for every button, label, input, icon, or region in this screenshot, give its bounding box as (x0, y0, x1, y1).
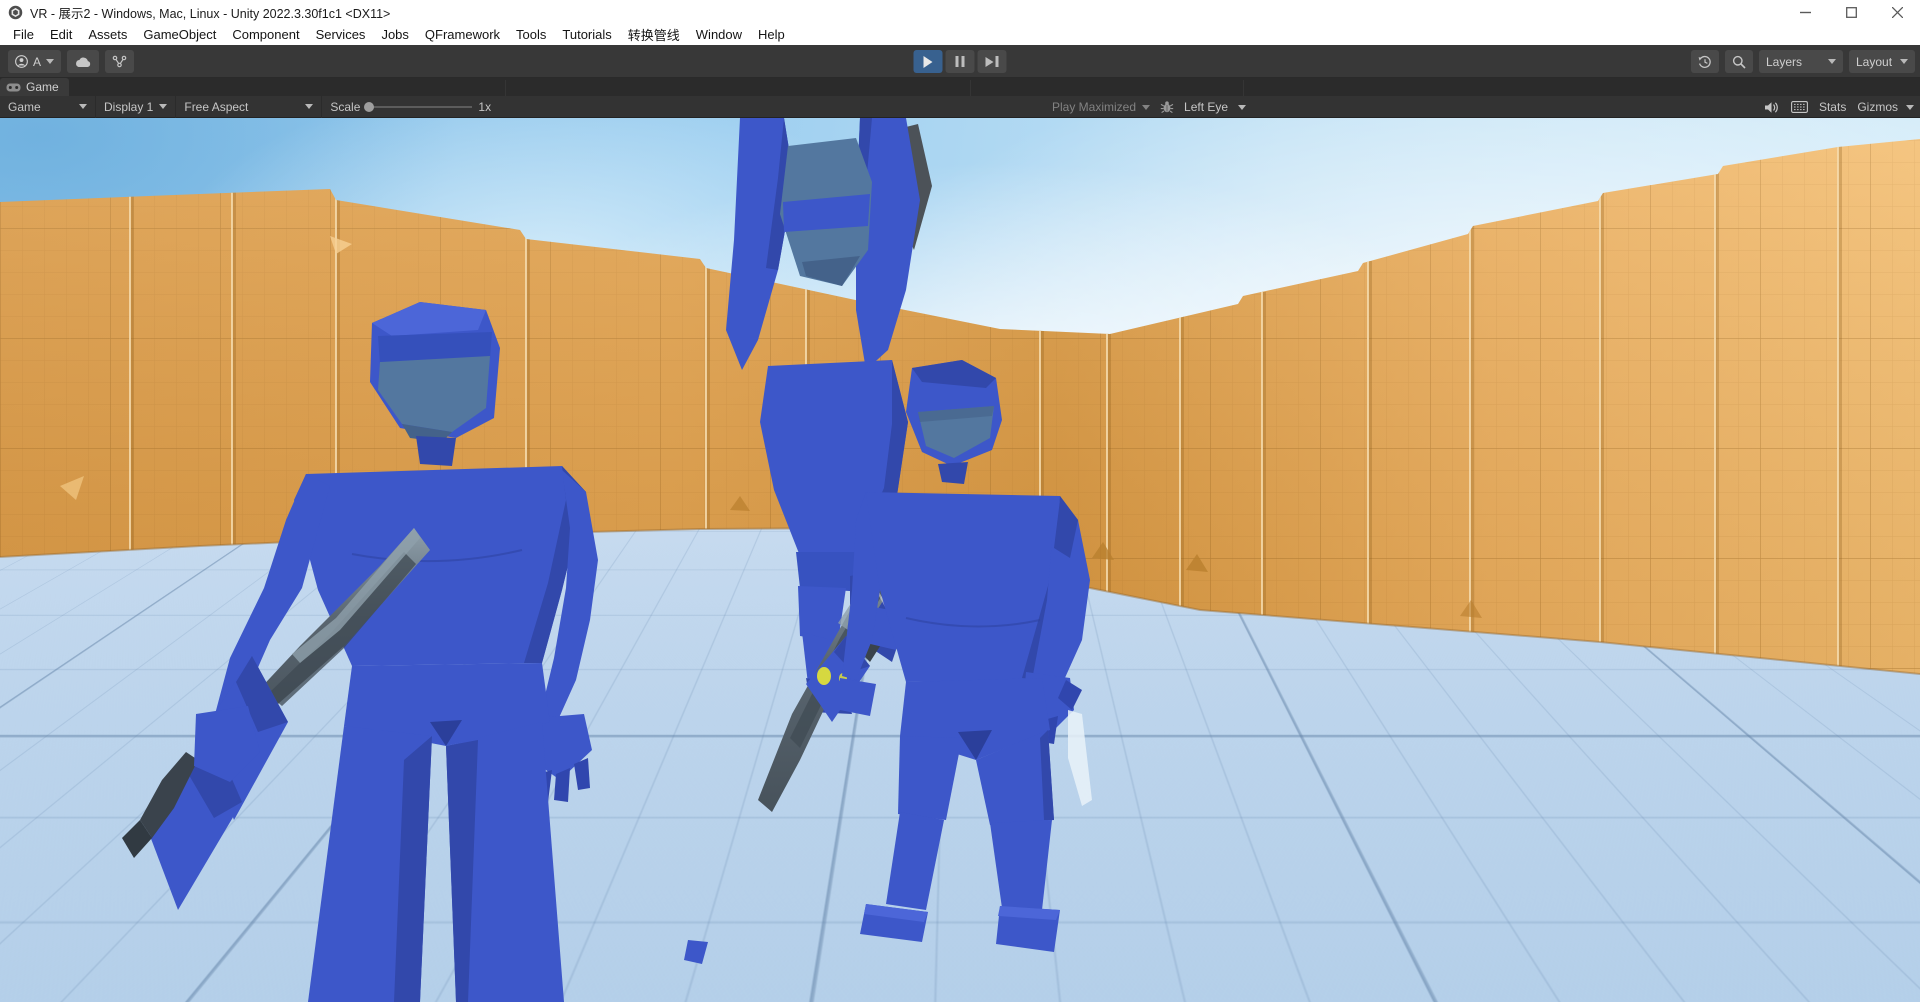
chevron-down-icon (1906, 105, 1914, 110)
scale-slider[interactable] (366, 106, 472, 108)
pause-icon (956, 56, 965, 67)
aspect-label: Free Aspect (184, 100, 248, 114)
version-control-icon (112, 55, 127, 68)
undo-history-icon (1698, 55, 1712, 69)
bug-icon[interactable] (1160, 100, 1174, 114)
chevron-down-icon (1900, 59, 1908, 64)
game-scene (0, 118, 1920, 1002)
layout-label: Layout (1856, 55, 1892, 69)
character-foot-fragment (684, 940, 708, 964)
display-label: Display 1 (104, 100, 153, 114)
layers-dropdown[interactable]: Layers (1759, 50, 1843, 73)
menu-edit[interactable]: Edit (42, 27, 80, 42)
gamepad-icon (6, 83, 21, 92)
scale-control: Scale 1x (322, 96, 499, 118)
vsync-icon[interactable] (1791, 101, 1808, 113)
minimize-button[interactable] (1782, 0, 1828, 24)
title-bar: VR - 展示2 - Windows, Mac, Linux - Unity 2… (0, 0, 1920, 24)
close-button[interactable] (1874, 0, 1920, 24)
account-dropdown[interactable]: A (8, 50, 61, 73)
unity-editor-window: VR - 展示2 - Windows, Mac, Linux - Unity 2… (0, 0, 1920, 1002)
undo-history-button[interactable] (1691, 50, 1719, 73)
play-icon (924, 56, 933, 68)
step-icon (986, 56, 999, 67)
tab-game[interactable]: Game (0, 78, 69, 96)
close-icon (1892, 7, 1903, 18)
chevron-down-icon (46, 59, 54, 64)
menu-qframework[interactable]: QFramework (417, 27, 508, 42)
menu-tools[interactable]: Tools (508, 27, 554, 42)
scale-value: 1x (478, 100, 491, 114)
maximize-button[interactable] (1828, 0, 1874, 24)
menu-file[interactable]: File (5, 27, 42, 42)
play-maximized-label: Play Maximized (1052, 100, 1136, 114)
stats-toggle[interactable]: Stats (1819, 100, 1846, 114)
maximize-icon (1846, 7, 1857, 18)
layout-dropdown[interactable]: Layout (1849, 50, 1915, 73)
menu-component[interactable]: Component (224, 27, 307, 42)
ghost-sword (1068, 710, 1092, 806)
gameview-toolbar: Game Display 1 Free Aspect Scale 1x Play… (0, 96, 1920, 118)
tab-separator (970, 80, 971, 96)
menu-tutorials[interactable]: Tutorials (554, 27, 619, 42)
chevron-down-icon (159, 104, 167, 109)
window-title: VR - 展示2 - Windows, Mac, Linux - Unity 2… (30, 3, 390, 22)
menu-jobs[interactable]: Jobs (373, 27, 416, 42)
main-toolbar: A (0, 45, 1920, 78)
menu-help[interactable]: Help (750, 27, 793, 42)
mute-audio-icon[interactable] (1764, 101, 1780, 114)
menu-window[interactable]: Window (688, 27, 750, 42)
menu-pipeline-converter[interactable]: 转换管线 (620, 25, 688, 44)
pause-button[interactable] (946, 50, 975, 73)
cloud-services-button[interactable] (67, 50, 99, 73)
cloud-icon (74, 56, 92, 68)
play-button[interactable] (914, 50, 943, 73)
menu-bar: File Edit Assets GameObject Component Se… (0, 24, 1920, 45)
chevron-down-icon (1828, 59, 1836, 64)
account-initial: A (33, 55, 41, 69)
chevron-down-icon (305, 104, 313, 109)
sword-gem (817, 667, 831, 685)
search-button[interactable] (1725, 50, 1753, 73)
gizmos-label: Gizmos (1857, 100, 1898, 114)
menu-services[interactable]: Services (308, 27, 374, 42)
chevron-down-icon (79, 104, 87, 109)
tab-separator (505, 80, 506, 96)
step-button[interactable] (978, 50, 1007, 73)
minimize-icon (1800, 7, 1811, 18)
eye-mode-label: Left Eye (1184, 100, 1228, 114)
display-dropdown[interactable]: Display 1 (96, 96, 176, 118)
aspect-ratio-dropdown[interactable]: Free Aspect (176, 96, 322, 118)
view-mode-dropdown[interactable]: Game (0, 96, 96, 118)
layers-label: Layers (1766, 55, 1802, 69)
tab-separator (1243, 80, 1244, 96)
tab-row: Game (0, 78, 1920, 96)
unity-logo-icon (8, 5, 23, 20)
version-control-button[interactable] (105, 50, 134, 73)
chevron-down-icon (1238, 105, 1246, 110)
scale-label: Scale (330, 100, 360, 114)
menu-assets[interactable]: Assets (80, 27, 135, 42)
chevron-down-icon (1142, 105, 1150, 110)
tab-game-label: Game (26, 80, 59, 94)
menu-gameobject[interactable]: GameObject (135, 27, 224, 42)
scale-slider-knob[interactable] (364, 102, 374, 112)
gizmos-dropdown[interactable]: Gizmos (1857, 100, 1914, 114)
eye-mode-dropdown[interactable]: Left Eye (1184, 96, 1246, 118)
play-maximized-dropdown[interactable]: Play Maximized (1052, 96, 1150, 118)
account-icon (15, 55, 28, 68)
game-viewport[interactable] (0, 118, 1920, 1002)
search-icon (1732, 55, 1746, 69)
view-mode-label: Game (8, 100, 41, 114)
